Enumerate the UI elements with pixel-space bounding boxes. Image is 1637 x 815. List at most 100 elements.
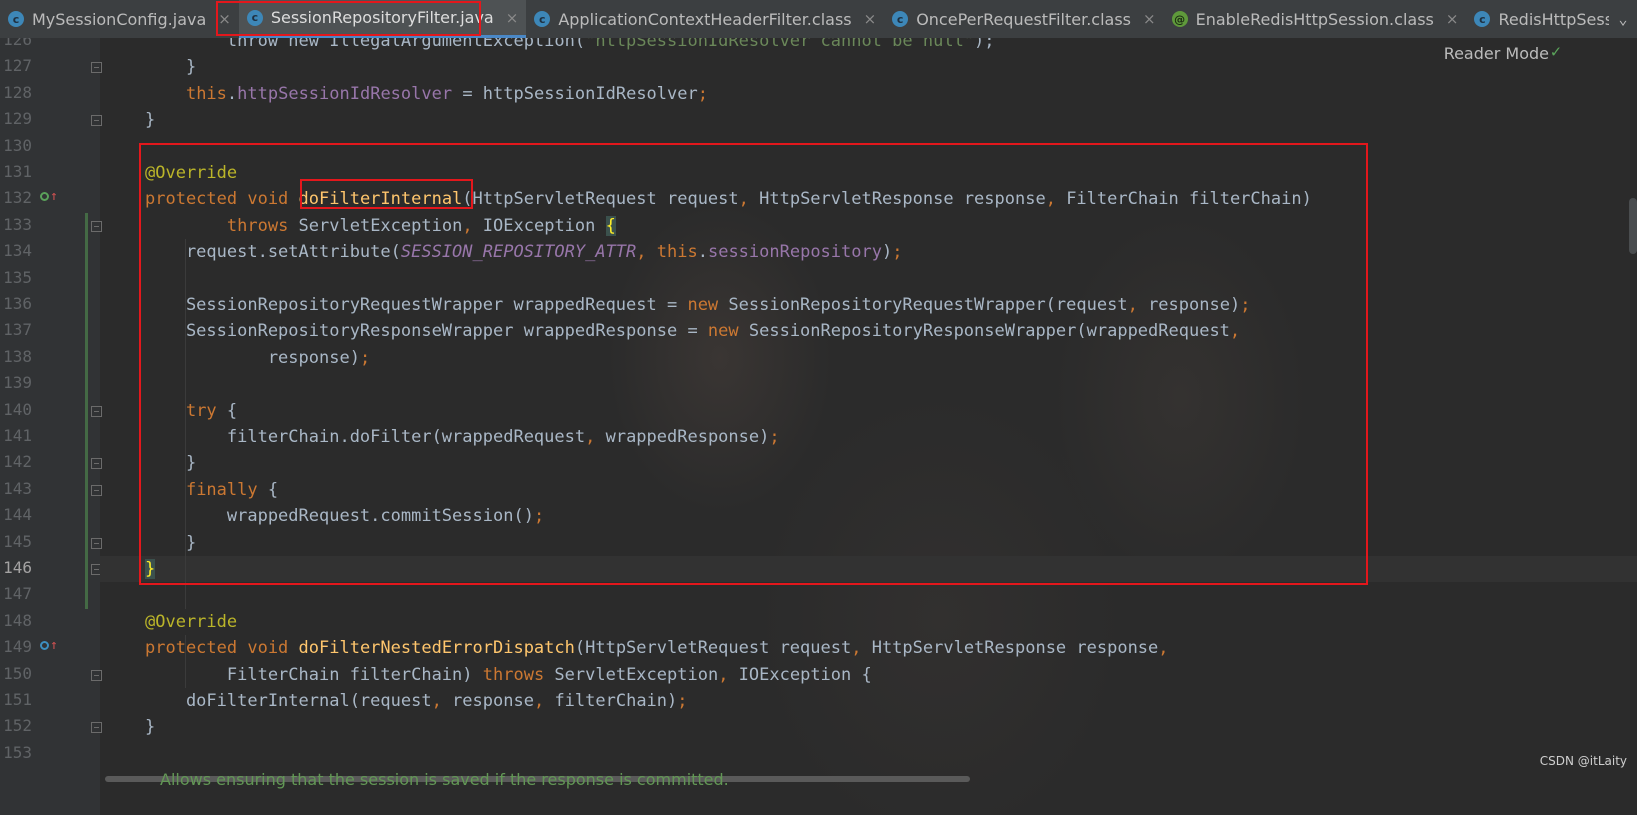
line-number: 149: [3, 637, 32, 657]
line-number: 147: [3, 584, 32, 604]
line-number: 145: [3, 531, 32, 551]
method-name-highlight-box: [300, 179, 473, 209]
code-token: @Override: [145, 611, 238, 632]
code-token: }: [145, 57, 197, 78]
code-token: "httpSessionIdResolver cannot be null": [585, 38, 975, 51]
method-highlight-box: [139, 143, 1368, 585]
override-method-icon[interactable]: ↑: [40, 638, 58, 653]
line-number: 127: [3, 56, 32, 76]
fold-marker-icon[interactable]: [91, 405, 102, 417]
inspection-ok-check-icon[interactable]: ✓: [1551, 42, 1561, 62]
tab-label: ApplicationContextHeaderFilter.class: [558, 9, 852, 29]
close-tab-icon[interactable]: ×: [864, 10, 877, 28]
tab-label: MySessionConfig.java: [32, 9, 207, 29]
tab-label: SessionRepositoryFilter.java: [270, 8, 494, 27]
code-line[interactable]: protected void doFilterNestedErrorDispat…: [145, 635, 1169, 661]
close-tab-icon[interactable]: ×: [1446, 10, 1459, 28]
close-tab-icon[interactable]: ×: [218, 10, 231, 28]
line-number: 150: [3, 663, 32, 683]
class-icon: c: [1474, 11, 1491, 27]
close-tab-icon[interactable]: ×: [506, 9, 519, 27]
tab-applicationcontextheaderfilter-class[interactable]: c ApplicationContextHeaderFilter.class ×: [526, 0, 884, 38]
fold-marker-icon[interactable]: [91, 220, 102, 232]
line-number: 148: [3, 610, 32, 630]
fold-marker-icon[interactable]: [91, 484, 102, 496]
code-token: doFilterInternal(request: [145, 691, 432, 711]
line-number: 133: [3, 214, 32, 234]
line-number: 130: [3, 135, 32, 155]
line-number: 151: [3, 690, 32, 709]
line-number: 126: [3, 38, 32, 49]
line-number: 131: [3, 162, 32, 181]
code-token: }: [145, 717, 156, 738]
code-line[interactable]: doFilterInternal(request, response, filt…: [145, 688, 688, 714]
code-token: );: [974, 38, 995, 51]
fold-marker-icon[interactable]: [91, 62, 102, 74]
fold-marker-icon[interactable]: [91, 115, 102, 127]
vertical-scrollbar[interactable]: [1629, 198, 1637, 254]
code-token: IOException {: [738, 664, 872, 685]
line-number: 129: [3, 109, 32, 129]
line-number: 128: [3, 82, 32, 102]
code-token: throw new IllegalArgumentException(: [145, 38, 586, 51]
code-token: ,: [431, 691, 453, 711]
code-token: ;: [697, 83, 708, 104]
code-line[interactable]: throw new IllegalArgumentException("http…: [145, 38, 995, 54]
code-token: doFilterNestedErrorDispatch: [298, 638, 575, 659]
fold-marker-icon[interactable]: [91, 669, 102, 681]
code-line[interactable]: }: [145, 714, 155, 740]
line-number: 152: [3, 716, 32, 736]
code-token: (HttpServletRequest request: [574, 638, 852, 659]
line-number: 142: [3, 452, 32, 472]
close-tab-icon[interactable]: ×: [1143, 10, 1156, 28]
code-line[interactable]: this.httpSessionIdResolver = httpSession…: [145, 81, 708, 107]
code-token: response: [452, 691, 534, 711]
tab-enableredishttpsession-class[interactable]: @ EnableRedisHttpSession.class ×: [1164, 0, 1467, 38]
override-method-icon[interactable]: ↑: [40, 189, 58, 204]
fold-marker-icon[interactable]: [91, 537, 102, 549]
code-token: }: [145, 110, 156, 131]
tab-mysessionconfig-java[interactable]: c MySessionConfig.java ×: [0, 0, 239, 38]
code-editor[interactable]: 126 127 128 129 130 131 132 ↑ 133 134 135 136 137 138…: [0, 38, 1637, 815]
watermark: CSDN @itLaity: [1539, 754, 1627, 768]
line-number: 141: [3, 426, 32, 445]
code-token: ,: [1158, 638, 1169, 659]
doc-comment-text: Allows ensuring that the session is save…: [160, 770, 729, 789]
reader-mode-toggle[interactable]: Reader Mode: [1444, 44, 1549, 63]
indent-guide: [185, 635, 186, 688]
code-token: ,: [533, 691, 555, 711]
code-line[interactable]: @Override: [145, 609, 237, 635]
fold-marker-icon[interactable]: [91, 722, 102, 734]
tab-sessionrepositoryfilter-java[interactable]: c SessionRepositoryFilter.java ×: [238, 0, 527, 38]
line-number: 144: [3, 505, 32, 525]
tab-label: OncePerRequestFilter.class: [916, 9, 1132, 29]
line-number: 153: [3, 742, 32, 762]
annotation-icon: @: [1171, 11, 1188, 27]
line-number: 137: [3, 320, 32, 340]
class-icon: c: [246, 9, 263, 26]
code-token: HttpServletResponse response: [871, 638, 1159, 659]
code-line[interactable]: }: [145, 107, 155, 133]
line-number: 132: [3, 188, 32, 208]
code-line[interactable]: FilterChain filterChain) throws ServletE…: [145, 662, 872, 688]
line-number: 146: [3, 558, 32, 577]
code-token: FilterChain filterChain): [145, 664, 483, 685]
code-token: this: [185, 83, 227, 104]
code-token: filterChain): [554, 691, 678, 711]
code-token: throws: [482, 664, 555, 685]
tab-list-chevron-icon[interactable]: ⌄: [1609, 0, 1637, 38]
tab-onceperrequestfilter-class[interactable]: c OncePerRequestFilter.class ×: [884, 0, 1163, 38]
fold-marker-icon[interactable]: [91, 458, 102, 470]
line-number: 138: [3, 346, 32, 366]
line-number: 139: [3, 373, 32, 393]
class-icon: c: [892, 11, 909, 27]
code-token: .: [226, 83, 238, 104]
code-line[interactable]: }: [145, 54, 196, 80]
line-number: 143: [3, 478, 32, 498]
code-token: ServletException: [554, 664, 719, 685]
tab-label: EnableRedisHttpSession.class: [1195, 9, 1434, 29]
line-number: 134: [3, 241, 32, 261]
class-icon: c: [534, 11, 551, 27]
line-number: 140: [3, 399, 32, 419]
